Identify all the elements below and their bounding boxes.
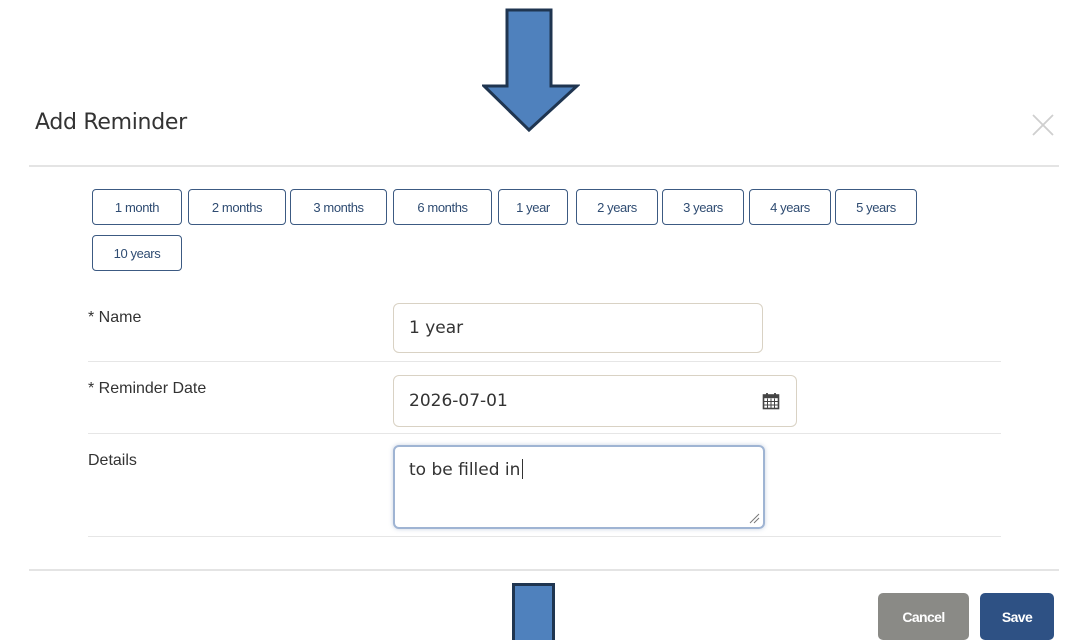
header-divider [29,165,1059,167]
quick-button-3-years[interactable]: 3 years [662,189,744,225]
quick-button-3-months[interactable]: 3 months [290,189,387,225]
arrow-down-icon [482,8,580,133]
name-input[interactable]: 1 year [393,303,763,353]
reminder-date-input[interactable]: 2026-07-01 [393,375,747,427]
quick-button-10-years[interactable]: 10 years [92,235,182,271]
arrow-down-icon [512,583,555,640]
quick-button-1-year[interactable]: 1 year [498,189,568,225]
details-label: Details [88,452,137,469]
calendar-icon [762,393,780,410]
details-text: to be filled in [409,460,521,480]
row-divider [88,536,1001,537]
quick-button-5-years[interactable]: 5 years [835,189,917,225]
calendar-button[interactable] [746,375,797,427]
dialog-title: Add Reminder [35,110,187,135]
row-divider [88,361,1001,362]
quick-button-6-months[interactable]: 6 months [393,189,492,225]
quick-button-4-years[interactable]: 4 years [749,189,831,225]
row-divider [88,433,1001,434]
cancel-button[interactable]: Cancel [878,593,969,640]
add-reminder-dialog: Add Reminder 1 month 2 months 3 months 6… [0,0,1073,640]
text-cursor [522,459,524,479]
reminder-date-label: * Reminder Date [88,380,207,397]
details-textarea[interactable]: to be filled in [393,445,765,529]
save-button[interactable]: Save [980,593,1054,640]
close-icon[interactable] [1030,112,1056,138]
name-label: * Name [88,309,142,326]
quick-button-2-months[interactable]: 2 months [188,189,286,225]
quick-button-2-years[interactable]: 2 years [576,189,658,225]
footer-divider [29,569,1059,571]
resize-handle-icon[interactable] [748,512,760,524]
quick-button-1-month[interactable]: 1 month [92,189,182,225]
